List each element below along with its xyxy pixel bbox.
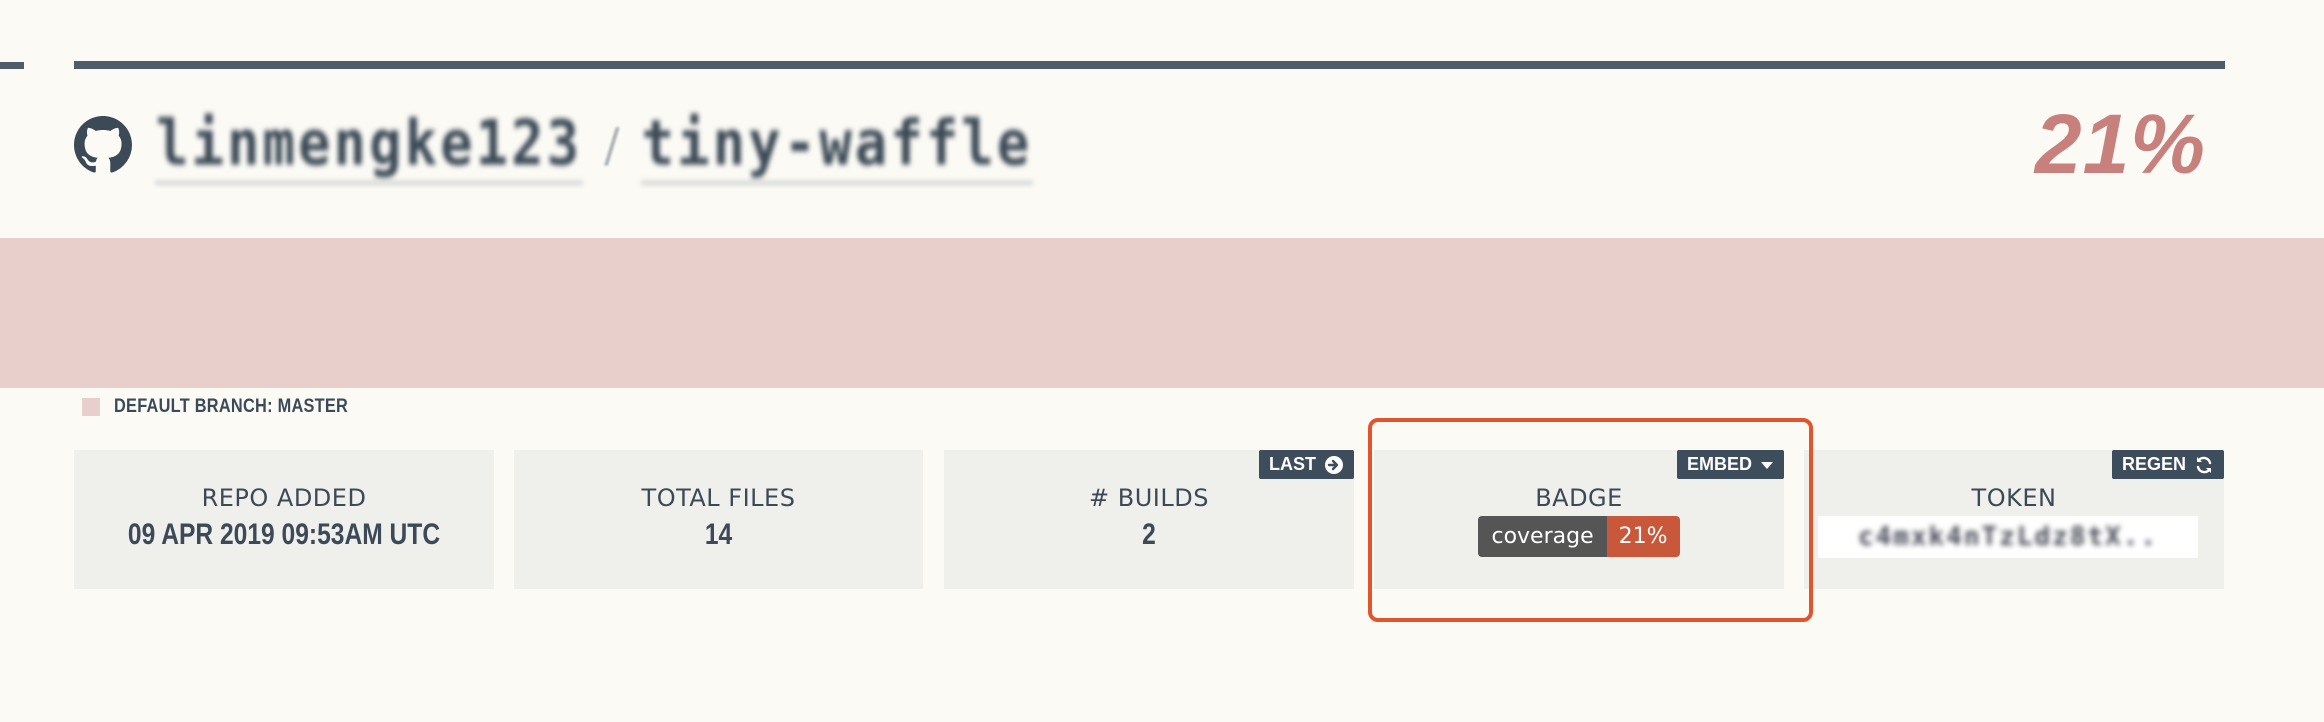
- badge-card: EMBED BADGE coverage 21%: [1374, 450, 1784, 589]
- regen-label: REGEN: [2121, 454, 2186, 474]
- repo-owner-link[interactable]: linmengke123: [156, 106, 583, 184]
- repo-added-label: REPO ADDED: [201, 484, 367, 512]
- badge-status: 21%: [1606, 516, 1680, 557]
- repo-header: linmengke123 / tiny-waffle: [74, 100, 1033, 190]
- builds-label: # BUILDS: [1089, 484, 1209, 512]
- last-build-button[interactable]: LAST: [1259, 450, 1354, 479]
- token-value: c4mxk4nTzLdz8tX..: [1857, 522, 2159, 552]
- builds-value: 2: [1142, 518, 1156, 551]
- token-label: TOKEN: [1971, 484, 2057, 512]
- builds-card: LAST # BUILDS 2: [944, 450, 1354, 589]
- coverage-badge[interactable]: coverage 21%: [1478, 516, 1680, 557]
- total-files-card: TOTAL FILES 14: [514, 450, 923, 589]
- embed-label: EMBED: [1686, 454, 1752, 474]
- total-files-value: 14: [704, 518, 733, 551]
- coverage-percentage: 21%: [2034, 97, 2206, 191]
- arrow-circle-right-icon: [1325, 455, 1343, 474]
- token-card: REGEN TOKEN c4mxk4nTzLdz8tX..: [1804, 450, 2224, 589]
- repo-added-card: REPO ADDED 09 APR 2019 09:53AM UTC: [74, 450, 494, 589]
- total-files-label: TOTAL FILES: [641, 484, 796, 512]
- badge-subject: coverage: [1478, 516, 1607, 557]
- branch-label: DEFAULT BRANCH: MASTER: [114, 396, 349, 417]
- badge-label: BADGE: [1535, 484, 1623, 512]
- repo-name-link[interactable]: tiny-waffle: [641, 106, 1033, 184]
- caret-down-icon: [1761, 461, 1773, 469]
- regen-token-button[interactable]: REGEN: [2111, 450, 2224, 479]
- branch-color-swatch: [82, 398, 100, 416]
- token-field[interactable]: c4mxk4nTzLdz8tX..: [1818, 516, 2198, 558]
- repo-separator: /: [604, 118, 620, 172]
- default-branch-legend: DEFAULT BRANCH: MASTER: [82, 396, 386, 418]
- embed-badge-button[interactable]: EMBED: [1676, 450, 1784, 479]
- last-build-label: LAST: [1269, 454, 1316, 474]
- left-accent-rule: [0, 62, 24, 69]
- coverage-history-band: [0, 238, 2324, 388]
- refresh-icon: [2196, 456, 2212, 473]
- top-divider: [74, 61, 2225, 69]
- github-icon: [74, 116, 132, 173]
- repo-added-value: 09 APR 2019 09:53AM UTC: [127, 518, 441, 551]
